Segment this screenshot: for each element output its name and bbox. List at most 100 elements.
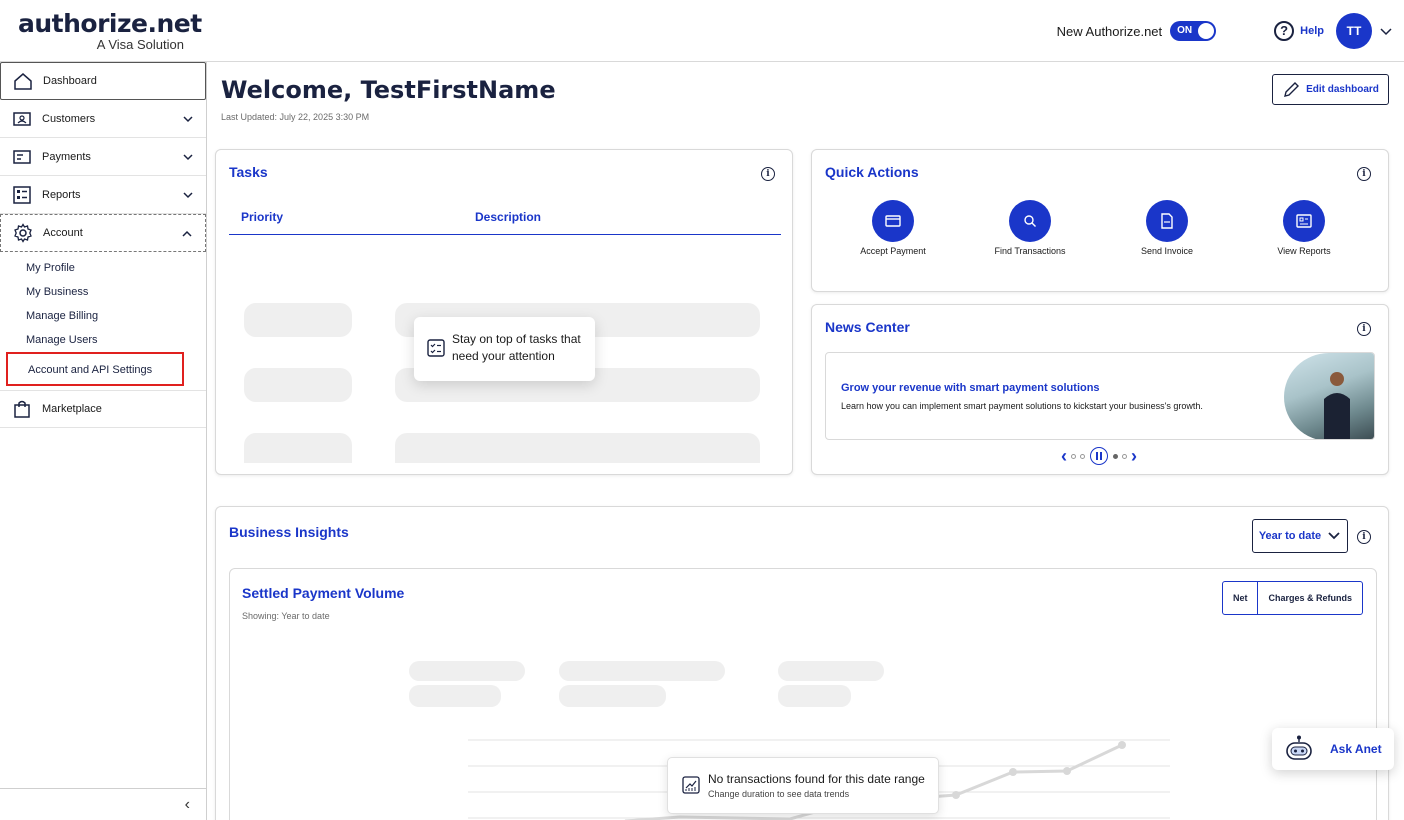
tasks-table-header: Priority Description [229,200,781,235]
skeleton-placeholder [244,368,352,402]
user-avatar[interactable]: TT [1336,13,1372,49]
charges-refunds-button[interactable]: Charges & Refunds [1258,582,1362,614]
ask-anet-label: Ask Anet [1330,742,1382,756]
chevron-down-icon [183,192,193,199]
new-authorize-net-label: New Authorize.net [1056,23,1163,39]
skeleton-placeholder [778,661,884,681]
carousel-dot[interactable] [1113,453,1118,459]
report-icon [12,185,32,205]
logo-wordmark: authorize.net [18,9,202,38]
chevron-down-icon [183,116,193,123]
credit-card-icon [872,200,914,242]
checklist-icon [427,339,445,357]
sidebar-item-label: Account [43,227,83,239]
gear-icon [13,223,33,243]
payment-card-icon [12,147,32,167]
accept-payment-action[interactable]: Accept Payment [833,200,953,256]
sidebar-item-marketplace[interactable]: Marketplace [0,390,206,428]
quick-actions-title: Quick Actions [825,164,919,180]
search-icon [1009,200,1051,242]
toggle-knob [1198,23,1215,39]
sidebar-item-dashboard[interactable]: Dashboard [0,62,206,100]
collapse-sidebar-button[interactable]: ‹ [0,788,206,820]
chevron-left-icon[interactable]: ‹ [1061,446,1067,467]
authorize-net-logo[interactable]: authorize.net A Visa Solution [18,9,202,52]
page-title: Welcome, TestFirstName [221,76,556,104]
carousel-dot[interactable] [1080,453,1085,459]
no-transactions-subtitle: Change duration to see data trends [708,789,850,799]
chevron-down-icon[interactable] [1378,23,1394,39]
sidebar-item-payments[interactable]: Payments [0,138,206,176]
qa-label: Send Invoice [1140,246,1194,256]
skeleton-placeholder [409,685,501,707]
net-charges-toggle: Net Charges & Refunds [1221,581,1363,615]
carousel-dot[interactable] [1122,453,1127,459]
new-authorize-net-toggle[interactable]: ON [1170,21,1217,41]
tasks-empty-message: Stay on top of tasks that need your atte… [414,317,595,381]
tasks-empty-text: Stay on top of tasks that need your atte… [452,332,581,363]
news-center-title: News Center [825,319,910,335]
description-column-header: Description [475,210,542,224]
business-insights-title: Business Insights [229,524,349,540]
placeholder-point [1009,768,1017,776]
submenu-account-api-settings[interactable]: Account and API Settings [6,352,184,386]
chart-trend-icon [682,776,700,794]
info-icon[interactable]: i [1357,322,1371,336]
chevron-left-icon: ‹ [184,796,190,813]
chart-title: Settled Payment Volume [242,585,405,601]
skeleton-placeholder [244,433,352,463]
help-button[interactable]: ? Help [1274,21,1324,41]
find-transactions-action[interactable]: Find Transactions [970,200,1090,256]
question-circle-icon: ? [1274,21,1295,41]
sidebar-item-label: Dashboard [43,75,97,87]
submenu-my-profile[interactable]: My Profile [0,256,206,280]
chevron-down-icon [183,154,193,161]
skeleton-placeholder [395,433,760,463]
chevron-up-icon [182,230,192,237]
edit-dashboard-label: Edit dashboard [1306,84,1379,95]
info-icon[interactable]: i [1357,530,1371,544]
date-range-select[interactable]: Year to date [1252,519,1348,553]
chart-subtitle: Showing: Year to date [242,611,330,621]
carousel-controls: ‹ › [1054,445,1144,467]
chevron-down-icon [1328,532,1340,540]
quick-actions-card: Quick Actions i Accept Payment Find Tran… [811,149,1389,292]
news-body: Learn how you can implement smart paymen… [841,401,1203,411]
news-photo [1284,353,1374,439]
no-transactions-message: No transactions found for this date rang… [667,757,939,814]
view-reports-action[interactable]: View Reports [1244,200,1364,256]
sidebar-item-account[interactable]: Account [0,214,206,252]
sidebar-item-reports[interactable]: Reports [0,176,206,214]
ask-anet-button[interactable]: Ask Anet [1272,728,1394,770]
no-transactions-title: No transactions found for this date rang… [708,772,925,786]
priority-column-header: Priority [241,210,284,224]
qa-label: View Reports [1277,246,1331,256]
robot-icon [1286,735,1312,760]
sidebar-item-label: Customers [42,112,96,125]
sidebar-item-customers[interactable]: Customers [0,100,206,138]
sidebar-item-label: Marketplace [42,403,102,415]
edit-dashboard-button[interactable]: Edit dashboard [1272,74,1389,105]
pause-icon[interactable] [1090,447,1108,465]
submenu-my-business[interactable]: My Business [0,280,206,304]
person-image [1324,372,1350,439]
toggle-state-text: ON [1177,25,1193,36]
placeholder-point [1118,741,1126,749]
sidebar-item-label: Payments [42,150,91,163]
news-headline: Grow your revenue with smart payment sol… [841,382,1100,394]
qa-label: Find Transactions [994,246,1066,256]
sidebar-item-label: Reports [42,188,81,201]
news-article[interactable]: Grow your revenue with smart payment sol… [825,352,1375,440]
submenu-manage-billing[interactable]: Manage Billing [0,304,206,328]
last-updated-text: Last Updated: July 22, 2025 3:30 PM [221,112,370,122]
send-invoice-action[interactable]: Send Invoice [1107,200,1227,256]
carousel-dot[interactable] [1071,453,1076,459]
info-icon[interactable]: i [761,167,775,181]
info-icon[interactable]: i [1357,167,1371,181]
skeleton-placeholder [559,685,666,707]
skeleton-placeholder [409,661,525,681]
submenu-manage-users[interactable]: Manage Users [0,328,206,352]
net-button[interactable]: Net [1223,582,1259,614]
chevron-right-icon[interactable]: › [1131,446,1137,467]
date-range-value: Year to date [1258,530,1322,542]
